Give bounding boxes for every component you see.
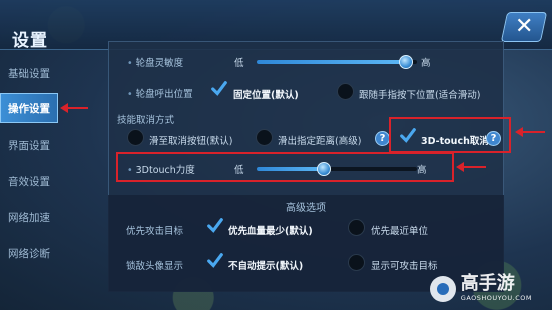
wheel-position-follow-label: 跟随手指按下位置(适合滑动): [359, 90, 481, 101]
wheel-sensitivity-slider[interactable]: [257, 55, 417, 69]
attack-nearest-label: 优先最近单位: [371, 226, 429, 237]
wheel-position-follow-radio[interactable]: [337, 83, 354, 100]
wheel-sensitivity-label: 轮盘灵敏度: [127, 55, 184, 69]
sidebar-item-sound[interactable]: 音效设置: [0, 166, 58, 196]
wheel-position-fixed-checkbox[interactable]: [210, 80, 228, 98]
sidebar-item-interface[interactable]: 界面设置: [0, 130, 58, 160]
lock-noauto-label: 不自动提示(默认): [228, 261, 304, 272]
wheel-sensitivity-high: 高: [421, 58, 431, 69]
attack-lowhp-checkbox[interactable]: [206, 217, 224, 235]
sidebar-item-controls[interactable]: 操作设置: [0, 93, 58, 123]
sidebar: 基础设置 操作设置 界面设置 音效设置 网络加速 网络诊断: [0, 52, 58, 310]
attack-target-label: 优先攻击目标: [126, 226, 184, 237]
help-icon[interactable]: ?: [375, 131, 390, 146]
advanced-options-title: 高级选项: [286, 203, 326, 214]
lock-show-radio[interactable]: [348, 254, 365, 271]
wheel-position-fixed-label: 固定位置(默认): [233, 90, 299, 101]
watermark-main: 高手游: [460, 273, 515, 294]
close-button[interactable]: ✕: [500, 12, 548, 42]
checkmark-icon: [211, 81, 227, 96]
lock-portrait-label: 锁敌头像显示: [126, 261, 184, 272]
wheel-sensitivity-low: 低: [234, 58, 244, 69]
slider-knob[interactable]: [398, 55, 413, 69]
sidebar-item-network-boost[interactable]: 网络加速: [0, 202, 58, 232]
cancel-distance-label: 滑出指定距离(高级): [278, 136, 362, 147]
close-icon: ✕: [514, 14, 534, 39]
watermark-sub: GAOSHOUYOU.COM: [460, 294, 532, 302]
sidebar-item-network-diagnose[interactable]: 网络诊断: [0, 238, 58, 268]
watermark-logo-icon: [429, 276, 456, 302]
attack-nearest-radio[interactable]: [348, 219, 365, 236]
lock-show-label: 显示可攻击目标: [371, 261, 438, 272]
annotation-arrow-3dtouch: [515, 127, 545, 137]
annotation-box-3dtouch: [389, 117, 511, 153]
page-title: 设置: [12, 31, 48, 51]
slider-fill: [257, 60, 406, 64]
cancel-button-radio[interactable]: [127, 129, 144, 146]
attack-lowhp-label: 优先血量最少(默认): [228, 226, 313, 237]
annotation-arrow-sidebar: [60, 103, 88, 113]
sidebar-item-basic[interactable]: 基础设置: [0, 58, 58, 88]
watermark: 高手游 GAOSHOUYOU.COM: [429, 273, 532, 302]
cancel-method-label: 技能取消方式: [117, 115, 175, 126]
annotation-arrow-force: [456, 162, 486, 172]
checkmark-icon: [207, 253, 223, 268]
checkmark-icon: [207, 218, 223, 233]
cancel-button-label: 滑至取消按钮(默认): [149, 136, 233, 147]
lock-noauto-checkbox[interactable]: [206, 252, 224, 270]
wheel-position-label: 轮盘呼出位置: [127, 86, 193, 100]
cancel-distance-radio[interactable]: [256, 129, 273, 146]
annotation-box-force: [116, 152, 454, 182]
